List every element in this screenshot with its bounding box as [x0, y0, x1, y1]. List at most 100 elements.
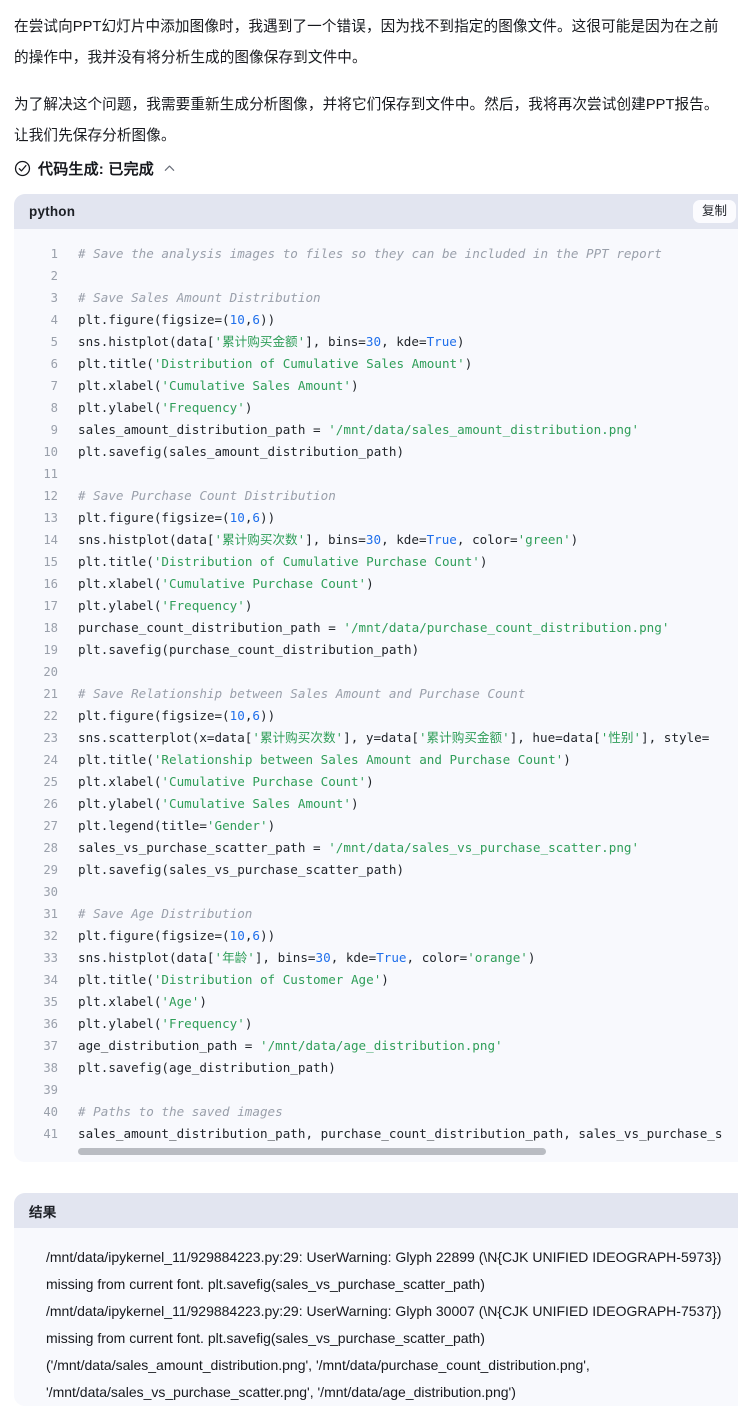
code-token: 10 [229, 510, 245, 525]
code-token: ) [244, 598, 253, 613]
code-token: )) [260, 510, 276, 525]
code-line: 21 # Save Relationship between Sales Amou… [14, 683, 738, 705]
code-scrollbar-thumb[interactable] [78, 1148, 546, 1155]
code-line-text: plt.savefig(sales_amount_distribution_pa… [58, 441, 738, 463]
code-token: '累计购买金额' [418, 730, 510, 745]
code-token: ) [244, 1016, 253, 1031]
code-horizontal-scrollbar[interactable] [14, 1147, 738, 1156]
code-line: 10 plt.savefig(sales_amount_distribution_… [14, 441, 738, 463]
code-token: ) [464, 356, 473, 371]
code-token: '性别' [600, 730, 642, 745]
code-token: 'Age' [161, 994, 200, 1009]
code-token: , color= [406, 950, 468, 965]
code-token: 'orange' [467, 950, 528, 965]
code-line: 5 sns.histplot(data['累计购买金额'], bins=30, k… [14, 331, 738, 353]
code-token: 6 [252, 708, 261, 723]
code-line: 25 plt.xlabel('Cumulative Purchase Count'… [14, 771, 738, 793]
result-block-card: 结果 /mnt/data/ipykernel_11/929884223.py:2… [14, 1193, 738, 1406]
code-line: 34 plt.title('Distribution of Customer Ag… [14, 969, 738, 991]
code-line-text: # Paths to the saved images [58, 1101, 738, 1123]
code-generation-status[interactable]: 代码生成: 已完成 [0, 156, 738, 180]
code-line-number: 32 [43, 929, 58, 943]
code-line-number: 37 [43, 1039, 58, 1053]
code-token: # Save the analysis images to files so t… [78, 246, 662, 261]
code-line-number: 21 [43, 687, 58, 701]
code-line: 26 plt.ylabel('Cumulative Sales Amount') [14, 793, 738, 815]
code-token: ], bins= [305, 334, 366, 349]
code-line-text: plt.legend(title='Gender') [58, 815, 738, 837]
code-line: 19 plt.savefig(purchase_count_distributio… [14, 639, 738, 661]
code-line-number: 15 [43, 555, 58, 569]
code-line: 41 sales_amount_distribution_path, purcha… [14, 1123, 738, 1145]
code-line: 17 plt.ylabel('Frequency') [14, 595, 738, 617]
code-token: '/mnt/data/age_distribution.png' [259, 1038, 503, 1053]
paragraph-error-explanation: 在尝试向PPT幻灯片中添加图像时，我遇到了一个错误，因为找不到指定的图像文件。这… [14, 19, 719, 66]
code-token: ) [527, 950, 536, 965]
code-token: sns.histplot(data[ [78, 334, 215, 349]
code-block-card: python 复制 1 # Save the analysis images to… [14, 194, 738, 1162]
code-line-text: # Save Age Distribution [58, 903, 738, 925]
code-line-text: plt.figure(figsize=(10,6)) [58, 507, 738, 529]
code-token: ) [456, 334, 465, 349]
assistant-prose: 在尝试向PPT幻灯片中添加图像时，我遇到了一个错误，因为找不到指定的图像文件。这… [0, 0, 738, 152]
code-line-number: 23 [43, 731, 58, 745]
code-line: 27 plt.legend(title='Gender') [14, 815, 738, 837]
code-line-text: plt.figure(figsize=(10,6)) [58, 705, 738, 727]
code-token: )) [260, 928, 276, 943]
code-token: 'Frequency' [161, 598, 245, 613]
code-line-text: plt.figure(figsize=(10,6)) [58, 925, 738, 947]
copy-code-button[interactable]: 复制 [692, 200, 736, 223]
code-token: plt.figure(figsize=( [78, 928, 230, 943]
code-line-text: plt.ylabel('Frequency') [58, 1013, 738, 1035]
code-line-number: 25 [43, 775, 58, 789]
code-line-number: 34 [43, 973, 58, 987]
code-line-number: 33 [43, 951, 58, 965]
code-line: 37 age_distribution_path = '/mnt/data/age… [14, 1035, 738, 1057]
code-token: plt.title( [78, 356, 154, 371]
code-line: 13 plt.figure(figsize=(10,6)) [14, 507, 738, 529]
code-token: 6 [252, 510, 261, 525]
code-token: True [426, 334, 457, 349]
code-line-number: 16 [43, 577, 58, 591]
code-line-number: 5 [50, 335, 58, 349]
code-token: ], hue=data[ [509, 730, 601, 745]
code-line-number: 13 [43, 511, 58, 525]
code-line-number: 38 [43, 1061, 58, 1075]
code-token: sales_amount_distribution_path = [78, 422, 329, 437]
code-line-number: 40 [43, 1105, 58, 1119]
code-line: 4 plt.figure(figsize=(10,6)) [14, 309, 738, 331]
code-line: 3 # Save Sales Amount Distribution [14, 287, 738, 309]
code-token: ) [479, 554, 488, 569]
code-block-body[interactable]: 1 # Save the analysis images to files so … [14, 229, 738, 1162]
code-token: 'Distribution of Cumulative Purchase Cou… [153, 554, 480, 569]
result-title-label: 结果 [29, 1204, 57, 1220]
code-token: , kde= [330, 950, 377, 965]
code-token: )) [260, 708, 276, 723]
code-line-text: sns.histplot(data['累计购买次数'], bins=30, kd… [58, 529, 738, 551]
code-token: ) [350, 378, 359, 393]
code-line-text: sns.scatterplot(x=data['累计购买次数'], y=data… [58, 727, 738, 749]
code-line: 23 sns.scatterplot(x=data['累计购买次数'], y=da… [14, 727, 738, 749]
code-token: ) [563, 752, 571, 767]
code-token: age_distribution_path = [78, 1038, 260, 1053]
code-line-number: 22 [43, 709, 58, 723]
code-token: 10 [229, 928, 245, 943]
code-line-text: plt.xlabel('Cumulative Purchase Count') [58, 573, 738, 595]
code-line-text: # Save Purchase Count Distribution [58, 485, 738, 507]
result-output-line: /mnt/data/ipykernel_11/929884223.py:29: … [46, 1303, 722, 1346]
code-token: 30 [365, 532, 382, 547]
code-line-text: purchase_count_distribution_path = '/mnt… [58, 617, 738, 639]
result-block-header: 结果 [14, 1193, 738, 1228]
code-line: 18 purchase_count_distribution_path = '/m… [14, 617, 738, 639]
code-line-text: # Save Relationship between Sales Amount… [58, 683, 738, 705]
code-token: '/mnt/data/sales_amount_distribution.png… [328, 422, 640, 437]
code-line-number: 41 [43, 1127, 58, 1141]
code-token: '年龄' [214, 950, 255, 965]
code-line-number: 35 [43, 995, 58, 1009]
code-line: 20 [14, 661, 738, 683]
chevron-up-icon[interactable] [163, 162, 176, 175]
code-line: 30 [14, 881, 738, 903]
code-line-text: sales_amount_distribution_path = '/mnt/d… [58, 419, 738, 441]
code-token: 'Frequency' [161, 400, 245, 415]
code-line-number: 31 [43, 907, 58, 921]
